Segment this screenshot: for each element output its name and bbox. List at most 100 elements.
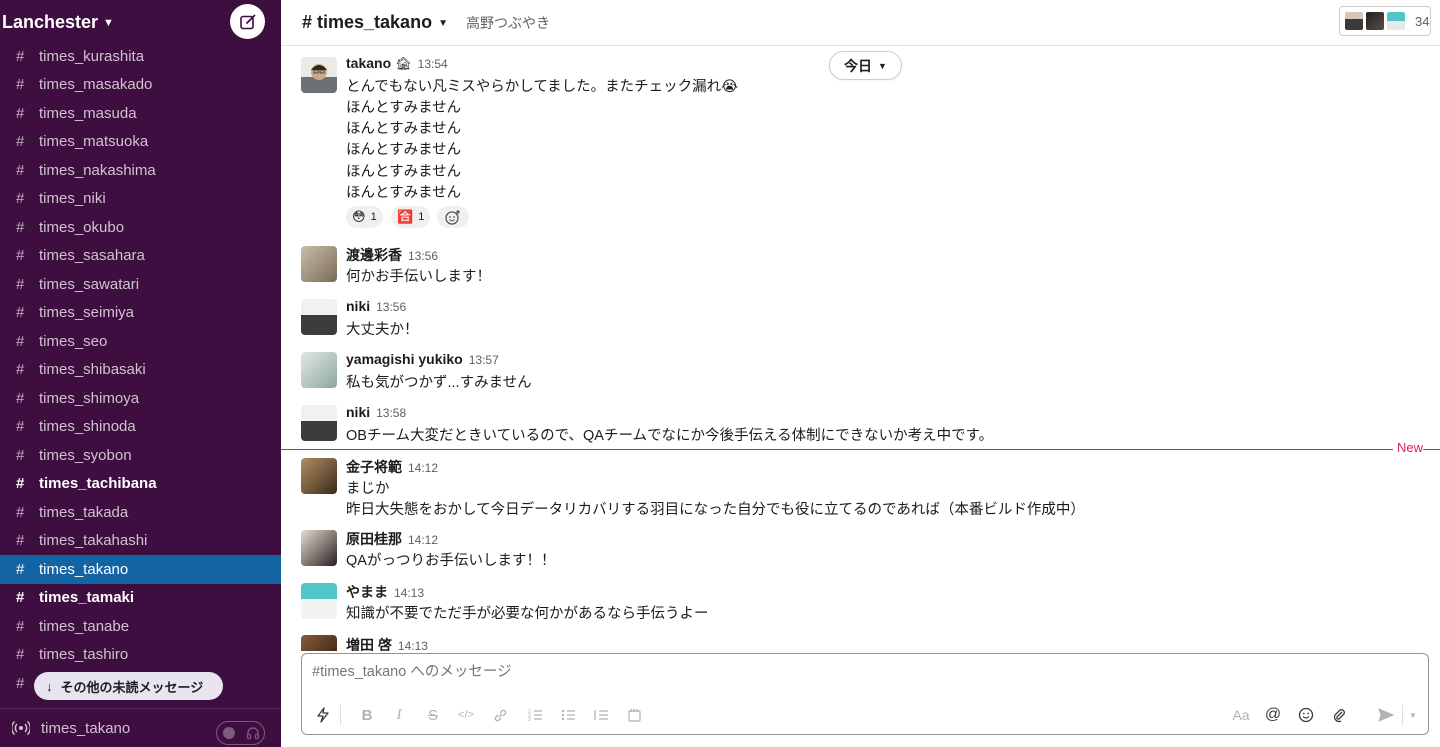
message-author[interactable]: yamagishi yukiko [346,351,463,367]
avatar[interactable] [301,299,337,335]
sidebar-channel-item[interactable]: # times_shibasaki [0,356,281,385]
sidebar-channel-item[interactable]: # times_niki [0,185,281,214]
message-line: 私も気がつかず...すみません [346,375,532,391]
chevron-down-icon[interactable]: ▼ [438,18,448,29]
message-author[interactable]: 増田 啓 [346,635,392,651]
avatar[interactable] [301,57,337,93]
code-button[interactable]: </> [455,704,477,726]
channel-list: # times_kurashita # times_masakado # times_ma… [0,42,281,702]
avatar[interactable] [301,583,337,619]
avatar[interactable] [301,405,337,441]
message-author[interactable]: takano [346,55,391,71]
message-author[interactable]: niki [346,404,370,420]
message-time[interactable]: 13:58 [376,406,406,420]
workspace-name[interactable]: Lanchester [2,12,98,33]
avatar[interactable] [301,635,337,651]
message-time[interactable]: 13:56 [376,300,406,314]
blockquote-button[interactable] [590,704,612,726]
sidebar-channel-label: times_syobon [39,446,132,464]
hash-icon: # [16,332,25,350]
message-time[interactable]: 13:56 [408,249,438,263]
compose-button[interactable] [230,4,265,39]
date-jump-button[interactable]: 今日 ▼ [829,51,902,80]
huddle-toggle[interactable] [216,721,265,745]
avatar[interactable] [301,458,337,494]
avatar[interactable] [301,246,337,282]
sidebar-channel-item[interactable]: # times_shimoya [0,384,281,413]
add-reaction-button[interactable] [437,206,469,228]
members-button[interactable]: 34 [1339,6,1431,36]
bullet-list-button[interactable] [557,704,579,726]
sidebar-channel-item[interactable]: # times_okubo [0,213,281,242]
sidebar-channel-item[interactable]: # times_takahashi [0,527,281,556]
bold-button[interactable]: B [356,704,378,726]
message-line: 知識が不要でただ手が必要な何かがあるなら手伝うよー [346,606,709,622]
message-author[interactable]: 金子将範 [346,457,402,477]
sidebar-channel-item[interactable]: # times_masakado [0,71,281,100]
avatar[interactable] [301,352,337,388]
huddle-radio-icon [12,720,30,736]
sidebar-channel-item[interactable]: # times_sasahara [0,242,281,271]
italic-button[interactable]: I [388,704,410,726]
ordered-list-button[interactable]: 123 [524,704,546,726]
add-reaction-icon [445,210,460,225]
reaction-count: 1 [370,211,377,223]
sidebar-channel-item[interactable]: # times_seimiya [0,299,281,328]
hash-icon: # [16,532,25,550]
message-meta: niki 13:58 [346,404,406,420]
strikethrough-button[interactable]: S [422,704,444,726]
sidebar-channel-item[interactable]: # times_takano [0,555,281,584]
message-author[interactable]: niki [346,298,370,314]
shortcuts-button[interactable] [312,704,334,726]
message-list: takano 🏚 13:54 とんでもない凡ミスやらかしてました。またチェック漏… [281,47,1440,651]
message-input[interactable] [312,664,1412,680]
sidebar-channel-item[interactable]: # times_matsuoka [0,128,281,157]
sidebar-channel-item[interactable]: # times_seo [0,327,281,356]
reaction-pill[interactable]: 🈴 1 [391,206,431,228]
message-author[interactable]: 原田桂那 [346,529,402,549]
message-author[interactable]: やまま [346,582,388,602]
message-time[interactable]: 14:13 [394,586,424,600]
sidebar-channel-item[interactable]: # times_syobon [0,441,281,470]
sidebar-channel-item[interactable]: # times_nakashima [0,156,281,185]
message-time[interactable]: 14:12 [408,461,438,475]
send-options-button[interactable]: ▼ [1403,704,1423,726]
sidebar-channel-item[interactable]: # times_kurashita [0,42,281,71]
link-button[interactable] [489,704,511,726]
strikethrough-icon: S [427,706,438,724]
format-label: Aa [1232,707,1250,723]
message-author[interactable]: 渡邊彩香 [346,245,402,265]
code-block-button[interactable] [623,704,645,726]
status-emoji: 🏚 [395,56,412,71]
sidebar-channel-item[interactable]: # times_shinoda [0,413,281,442]
sidebar-channel-item[interactable]: # times_tachibana [0,470,281,499]
sidebar-channel-label: times_matsuoka [39,133,149,151]
avatar[interactable] [301,530,337,566]
sidebar-channel-item[interactable]: # times_takada [0,498,281,527]
hash-icon: # [16,47,25,65]
reaction-pill[interactable]: 😳 1 [346,206,383,228]
sidebar-channel-item[interactable]: # times_masuda [0,99,281,128]
channel-title[interactable]: # times_takano [302,12,432,33]
message-time[interactable]: 14:13 [398,639,428,651]
formatting-toggle-button[interactable]: Aa [1230,704,1252,726]
italic-icon: I [396,706,402,723]
chevron-down-icon[interactable]: ▼ [103,17,114,29]
sidebar-channel-item[interactable]: # times_tamaki [0,584,281,613]
mention-button[interactable]: @ [1262,704,1284,726]
sidebar-channel-item[interactable]: # times_sawatari [0,270,281,299]
sidebar-channel-item[interactable]: # times_tashiro [0,641,281,670]
more-unread-button[interactable]: ↓ その他の未読メッセージ [34,672,224,700]
attach-button[interactable] [1328,704,1350,726]
message-time[interactable]: 14:12 [408,533,438,547]
message-time[interactable]: 13:57 [469,353,499,367]
hash-icon: # [16,190,25,208]
channel-topic[interactable]: 高野つぶやき [466,13,550,33]
hash-icon: # [16,275,25,293]
send-button[interactable] [1375,704,1397,726]
message-time[interactable]: 13:54 [418,57,448,71]
hash-icon: # [16,247,25,265]
emoji-button[interactable] [1295,704,1317,726]
sidebar-channel-item[interactable]: # times_tanabe [0,612,281,641]
hash-icon: # [16,560,25,578]
